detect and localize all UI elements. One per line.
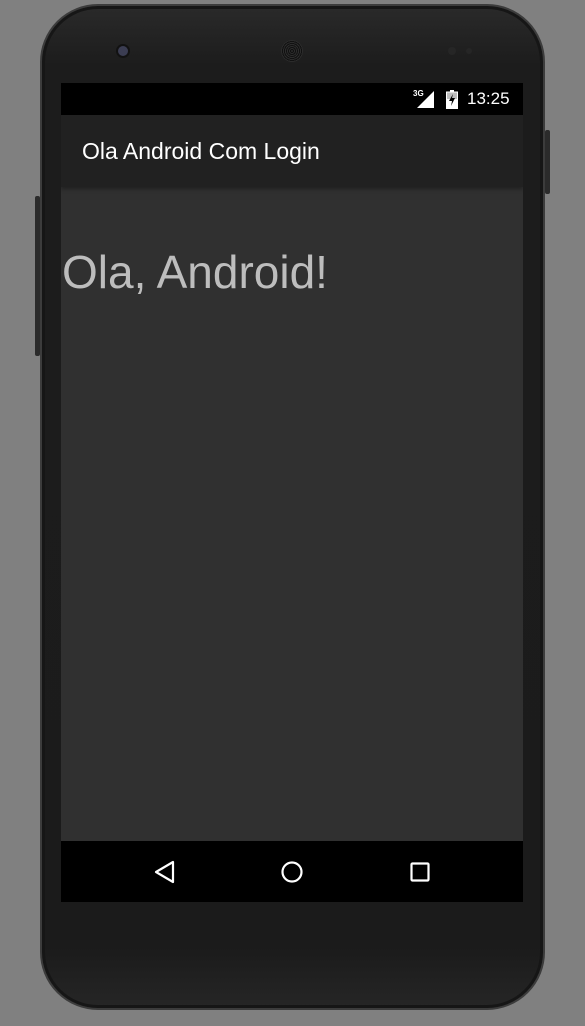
main-content: Ola, Android! [61, 187, 523, 841]
status-time: 13:25 [467, 89, 510, 108]
navigation-bar [61, 841, 523, 902]
speaker-grille-icon [281, 40, 303, 62]
screen: 3G 13:25 Ola Android Com Login Ola, Andr… [61, 83, 523, 902]
back-icon[interactable] [147, 855, 181, 889]
app-bar: Ola Android Com Login [61, 115, 523, 187]
recents-icon[interactable] [403, 855, 437, 889]
greeting-text: Ola, Android! [62, 246, 328, 298]
signal-icon [417, 91, 434, 108]
sensor-icon [448, 47, 456, 55]
app-title: Ola Android Com Login [82, 138, 320, 164]
volume-button[interactable] [35, 196, 40, 356]
camera-icon [118, 46, 128, 56]
status-bar: 3G 13:25 [61, 83, 523, 115]
battery-charging-icon [446, 90, 458, 109]
power-button[interactable] [545, 130, 550, 194]
home-icon[interactable] [275, 855, 309, 889]
sensor-icon [466, 48, 472, 54]
